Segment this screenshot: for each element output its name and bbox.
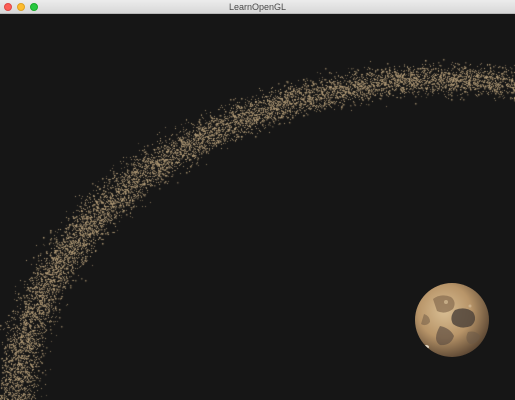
planet-mars — [415, 283, 489, 357]
app-window: LearnOpenGL — [0, 0, 515, 400]
title-bar[interactable]: LearnOpenGL — [0, 0, 515, 14]
opengl-viewport[interactable] — [0, 14, 515, 400]
window-title: LearnOpenGL — [228, 2, 287, 12]
